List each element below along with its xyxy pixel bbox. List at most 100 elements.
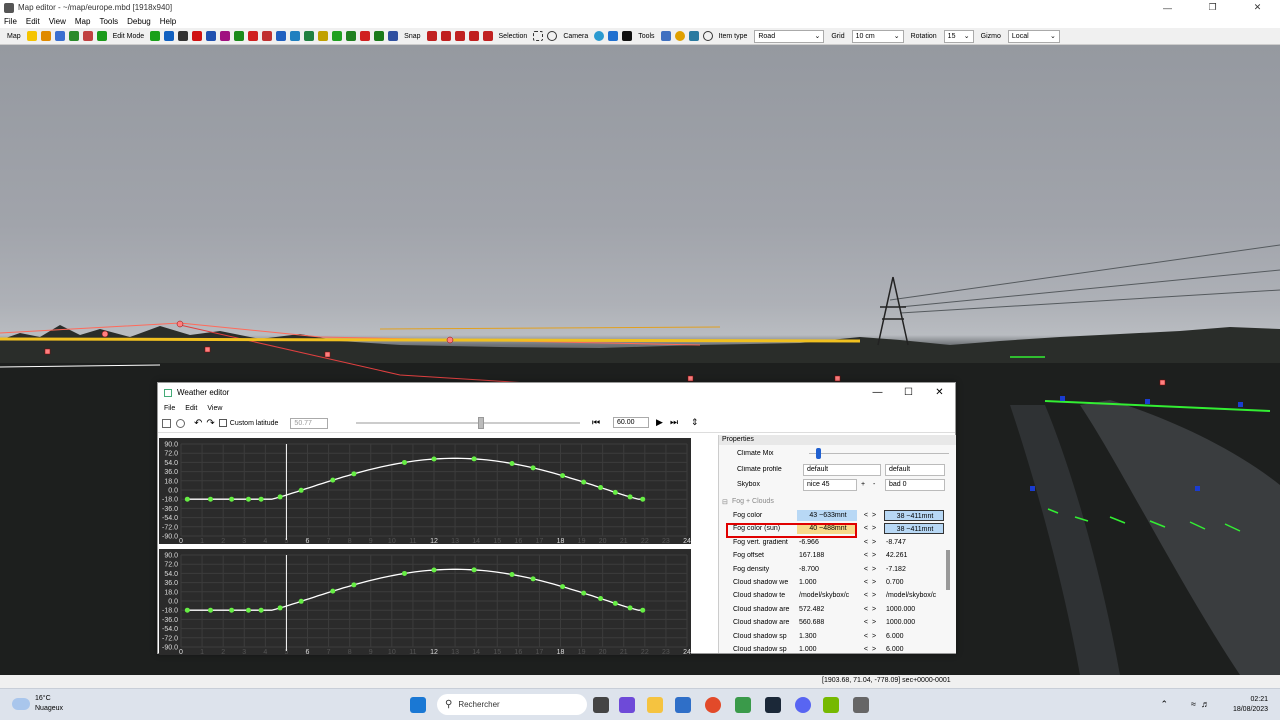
export-icon[interactable] — [68, 31, 79, 41]
climate-profile-a-select[interactable]: default — [803, 463, 881, 476]
property-arrows[interactable]: <> — [861, 566, 883, 573]
skip-start-icon[interactable]: ⏮ — [592, 417, 600, 428]
weather-menu-view[interactable]: View — [207, 405, 222, 412]
snap-button[interactable]: Snap — [404, 33, 420, 40]
brush-icon[interactable] — [318, 31, 329, 41]
map-editor-taskbar-icon[interactable] — [853, 697, 869, 713]
pause-icon[interactable] — [622, 31, 633, 41]
chevron-up-icon[interactable]: ⌃ — [1160, 699, 1168, 710]
up-icon[interactable] — [332, 31, 343, 41]
magnet-icon[interactable] — [426, 31, 437, 41]
property-value-b[interactable]: /model/skybox/c — [884, 590, 944, 601]
rotation-select[interactable]: 15 ⌄ — [943, 29, 974, 43]
property-value-b[interactable]: 38 ~411mnt — [884, 510, 944, 521]
skybox-add-button[interactable]: + — [861, 481, 865, 488]
magnet-e-icon[interactable] — [482, 31, 493, 41]
volume-icon[interactable]: ♬ — [1201, 699, 1210, 709]
lasso-icon[interactable] — [547, 31, 558, 41]
skip-end-icon[interactable]: ⏭ — [670, 417, 678, 428]
property-value-a[interactable]: 1.000 — [797, 644, 857, 653]
play-icon[interactable] — [96, 31, 107, 41]
property-arrows[interactable]: <> — [861, 525, 883, 532]
camera-button[interactable]: Camera — [563, 33, 588, 40]
maximize-icon[interactable]: ❐ — [1190, 0, 1235, 15]
swap-icon[interactable] — [178, 31, 189, 41]
steam-icon[interactable] — [765, 697, 781, 713]
globe-icon[interactable] — [594, 31, 605, 41]
map-button[interactable]: Map — [7, 33, 21, 40]
property-value-b[interactable]: 1000.000 — [884, 604, 944, 615]
latitude-input[interactable]: 50.77 — [290, 417, 329, 429]
weather-menu-edit[interactable]: Edit — [185, 405, 197, 412]
discord-icon[interactable] — [795, 697, 811, 713]
property-value-a[interactable]: -8.700 — [797, 564, 857, 575]
delete-icon[interactable] — [192, 31, 203, 41]
car-icon[interactable] — [360, 31, 371, 41]
property-value-b[interactable]: 42.261 — [884, 550, 944, 561]
collapse-icon[interactable]: ⊟ — [722, 498, 728, 506]
selection-button[interactable]: Selection — [499, 33, 528, 40]
property-value-a[interactable]: -6.966 — [797, 537, 857, 548]
circle-icon[interactable] — [220, 31, 231, 41]
search-icon[interactable] — [702, 31, 713, 41]
raise-icon[interactable] — [234, 31, 245, 41]
tree-icon[interactable] — [374, 31, 385, 41]
windows-start-icon[interactable] — [410, 697, 426, 713]
rotate-icon[interactable] — [262, 31, 273, 41]
property-arrows[interactable]: <> — [861, 552, 883, 559]
climate-profile-b-select[interactable]: default — [885, 463, 945, 476]
property-arrows[interactable]: <> — [861, 619, 883, 626]
time-input[interactable]: 60.00 — [613, 417, 649, 428]
weather-widget[interactable]: 16°C Nuageux — [12, 694, 63, 714]
magnet-d-icon[interactable] — [468, 31, 479, 41]
app-icon-green[interactable] — [735, 697, 751, 713]
sun-icon[interactable] — [674, 31, 685, 41]
wifi-icon[interactable]: ≈ — [1191, 699, 1196, 709]
time-slider-track[interactable] — [356, 422, 580, 424]
grid-select[interactable]: 10 cm ⌄ — [851, 29, 904, 43]
rotate-d-icon[interactable] — [304, 31, 315, 41]
item-type-select[interactable]: Road ⌄ — [754, 29, 825, 43]
search-box[interactable]: ⚲ Rechercher — [437, 694, 587, 715]
chat-icon[interactable] — [619, 697, 635, 713]
rotate-b-icon[interactable] — [276, 31, 287, 41]
minimize-icon[interactable]: — — [862, 383, 893, 402]
close-icon[interactable]: ✕ — [1235, 0, 1280, 15]
chart-top[interactable]: 90.0 72.0 54.0 36.0 18.0 0.0 -18.0 -36.0 -54.0 -7… — [159, 438, 691, 544]
import-icon[interactable] — [82, 31, 93, 41]
property-value-a[interactable]: 1.300 — [797, 631, 857, 642]
minimize-icon[interactable]: — — [1145, 0, 1190, 15]
skybox-a-select[interactable]: nice 45 — [803, 478, 857, 491]
property-value-a[interactable]: 560.688 — [797, 617, 857, 628]
magnet-b-icon[interactable] — [440, 31, 451, 41]
add-icon[interactable] — [150, 31, 161, 41]
weather-menu-file[interactable]: File — [164, 405, 175, 412]
chart-bottom[interactable]: 90.0 72.0 54.0 36.0 18.0 0.0 -18.0 -36.0 -54.0 -7… — [159, 549, 691, 655]
gear-icon[interactable] — [688, 31, 699, 41]
menu-view[interactable]: View — [49, 17, 66, 26]
save-icon[interactable] — [54, 31, 65, 41]
climate-mix-handle[interactable] — [816, 448, 821, 459]
property-value-b[interactable]: 0.700 — [884, 577, 944, 588]
property-arrows[interactable]: <> — [861, 606, 883, 613]
help-icon[interactable] — [206, 31, 217, 41]
property-value-a[interactable]: /model/skybox/c — [797, 590, 857, 601]
property-value-a[interactable]: 1.000 — [797, 577, 857, 588]
magnet-c-icon[interactable] — [454, 31, 465, 41]
chrome-icon[interactable] — [705, 697, 721, 713]
property-value-a[interactable]: 43 ~633mnt — [797, 510, 857, 521]
menu-tools[interactable]: Tools — [99, 17, 118, 26]
scrollbar-thumb[interactable] — [946, 550, 950, 590]
custom-latitude-checkbox[interactable] — [218, 419, 227, 427]
folder-icon[interactable] — [40, 31, 51, 41]
property-arrows[interactable]: <> — [861, 592, 883, 599]
menu-map[interactable]: Map — [75, 17, 91, 26]
property-value-b[interactable]: -8.747 — [884, 537, 944, 548]
property-value-a[interactable]: 572.482 — [797, 604, 857, 615]
play-icon[interactable]: ▶ — [656, 417, 663, 428]
expand-icon[interactable]: ⇕ — [691, 417, 699, 428]
property-value-a[interactable]: 167.188 — [797, 550, 857, 561]
edit-mode-button[interactable]: Edit Mode — [113, 33, 145, 40]
menu-help[interactable]: Help — [160, 17, 176, 26]
move-icon[interactable] — [164, 31, 175, 41]
